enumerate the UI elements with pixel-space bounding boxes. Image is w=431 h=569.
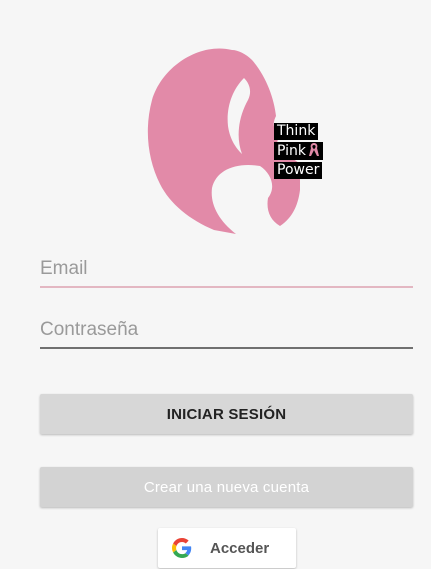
app-logo: Think Pink Power [140,38,340,238]
password-field [40,313,413,349]
awareness-ribbon-icon [309,143,320,156]
email-input[interactable] [40,252,413,286]
tagline-pink-line: Pink [274,142,324,160]
tagline-pink: Pink [277,143,307,159]
password-input[interactable] [40,313,413,347]
google-signin-button[interactable]: Acceder [158,528,296,568]
email-field [40,252,413,288]
google-g-icon [172,538,192,558]
tagline-think: Think [274,123,319,140]
login-screen: Think Pink Power INICIAR SESIÓN Crear un… [0,0,431,569]
tagline-power: Power [274,162,323,179]
tagline: Think Pink Power [274,123,324,181]
create-account-button[interactable]: Crear una nueva cuenta [40,467,413,507]
google-signin-label: Acceder [210,539,270,557]
login-button[interactable]: INICIAR SESIÓN [40,394,413,434]
